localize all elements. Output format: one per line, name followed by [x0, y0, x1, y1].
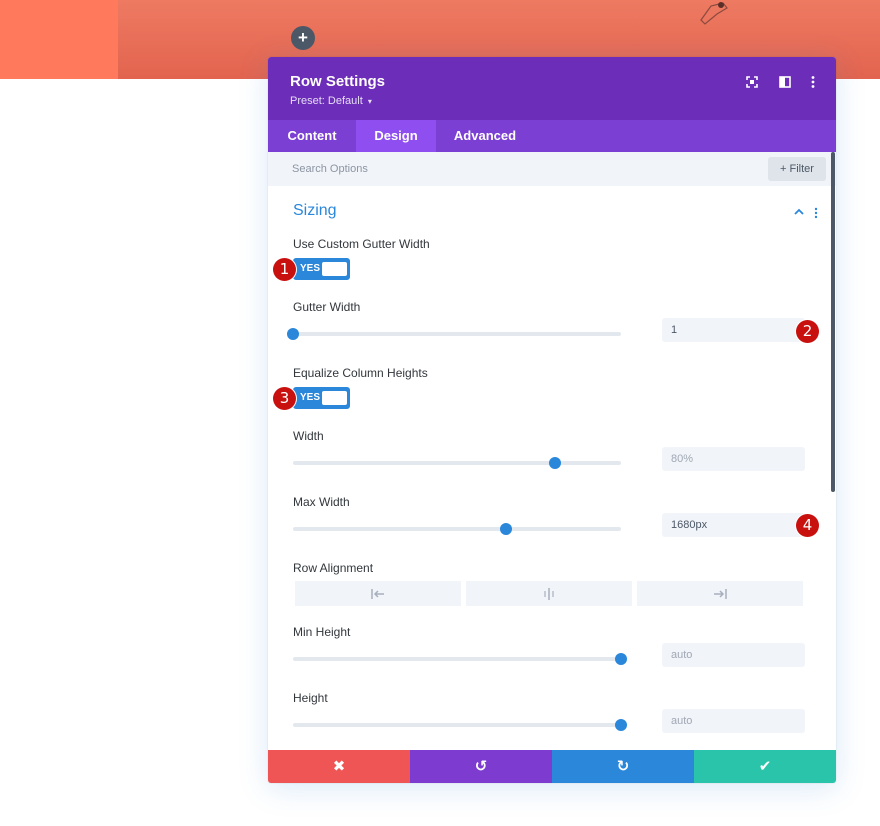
- settings-scrollbar[interactable]: [831, 152, 835, 492]
- max-width-input[interactable]: 1680px: [662, 513, 805, 537]
- chevron-down-icon: ▾: [367, 97, 372, 106]
- height-label: Height: [293, 691, 328, 705]
- search-options-bar[interactable]: Search Options + Filter: [268, 152, 836, 186]
- align-left-icon: [371, 588, 384, 599]
- save-button[interactable]: ✔: [694, 750, 836, 783]
- undo-button[interactable]: ↺: [410, 750, 552, 783]
- split-view-icon[interactable]: [777, 74, 793, 90]
- align-center-button[interactable]: [466, 581, 632, 606]
- redo-button[interactable]: ↻: [552, 750, 694, 783]
- width-input[interactable]: 80%: [662, 447, 805, 471]
- plus-icon: +: [780, 163, 787, 175]
- more-options-icon[interactable]: [805, 74, 821, 90]
- preset-label: Preset: Default: [290, 95, 363, 107]
- gutter-width-input[interactable]: 1: [662, 318, 805, 342]
- modal-title: Row Settings: [290, 73, 386, 90]
- modal-footer: ✖ ↺ ↻ ✔: [268, 750, 836, 783]
- tab-design[interactable]: Design: [356, 120, 436, 152]
- equalize-heights-label: Equalize Column Heights: [293, 366, 428, 380]
- modal-header: Row Settings Preset: Default ▾: [268, 57, 836, 120]
- filter-label: Filter: [789, 163, 814, 175]
- slider-thumb[interactable]: [500, 523, 513, 535]
- slider-thumb[interactable]: [287, 328, 299, 340]
- tab-content[interactable]: Content: [268, 120, 356, 152]
- max-width-label: Max Width: [293, 495, 350, 509]
- preset-selector[interactable]: Preset: Default ▾: [290, 95, 372, 107]
- step-marker-2: 2: [796, 320, 819, 343]
- discard-button[interactable]: ✖: [268, 750, 410, 783]
- width-slider[interactable]: [293, 457, 621, 469]
- slider-thumb[interactable]: [549, 457, 562, 469]
- min-height-label: Min Height: [293, 625, 351, 639]
- section-options-icon[interactable]: [814, 207, 818, 219]
- settings-tabs: Content Design Advanced: [268, 120, 836, 152]
- align-center-icon: [544, 587, 554, 600]
- tab-advanced[interactable]: Advanced: [436, 120, 534, 152]
- filter-button[interactable]: + Filter: [768, 157, 826, 181]
- hero-illustration-icon: [700, 2, 728, 25]
- min-height-slider[interactable]: [293, 653, 627, 665]
- toggle-state-label: YES: [300, 263, 321, 274]
- step-marker-3: 3: [273, 387, 296, 410]
- search-input[interactable]: Search Options: [292, 163, 368, 175]
- align-left-button[interactable]: [295, 581, 461, 606]
- fullscreen-icon[interactable]: [744, 74, 760, 90]
- page-left-strip: [0, 0, 118, 79]
- min-height-input[interactable]: auto: [662, 643, 805, 667]
- slider-thumb[interactable]: [615, 653, 627, 665]
- toggle-knob: [322, 262, 347, 276]
- toggle-knob: [322, 391, 347, 405]
- gutter-width-label: Gutter Width: [293, 300, 361, 314]
- equalize-heights-toggle[interactable]: YES: [293, 387, 350, 409]
- max-width-slider[interactable]: [293, 523, 621, 535]
- slider-thumb[interactable]: [615, 719, 627, 731]
- row-alignment-buttons: [295, 581, 803, 606]
- align-right-icon: [714, 588, 727, 599]
- add-row-button[interactable]: +: [291, 26, 315, 50]
- row-alignment-label: Row Alignment: [293, 561, 374, 575]
- custom-gutter-toggle[interactable]: YES: [293, 258, 350, 280]
- height-input[interactable]: auto: [662, 709, 805, 733]
- custom-gutter-label: Use Custom Gutter Width: [293, 237, 430, 251]
- align-right-button[interactable]: [637, 581, 803, 606]
- chevron-up-icon[interactable]: [793, 206, 805, 218]
- section-title-sizing[interactable]: Sizing: [293, 202, 337, 220]
- step-marker-1: 1: [273, 258, 296, 281]
- toggle-state-label: YES: [300, 392, 321, 403]
- height-slider[interactable]: [293, 719, 627, 731]
- width-label: Width: [293, 429, 324, 443]
- row-settings-modal: Row Settings Preset: Default ▾ Content D…: [268, 57, 836, 783]
- gutter-width-slider[interactable]: [287, 328, 621, 340]
- settings-content: Sizing Use Custom Gutter Width YES Gutte…: [268, 186, 836, 750]
- step-marker-4: 4: [796, 514, 819, 537]
